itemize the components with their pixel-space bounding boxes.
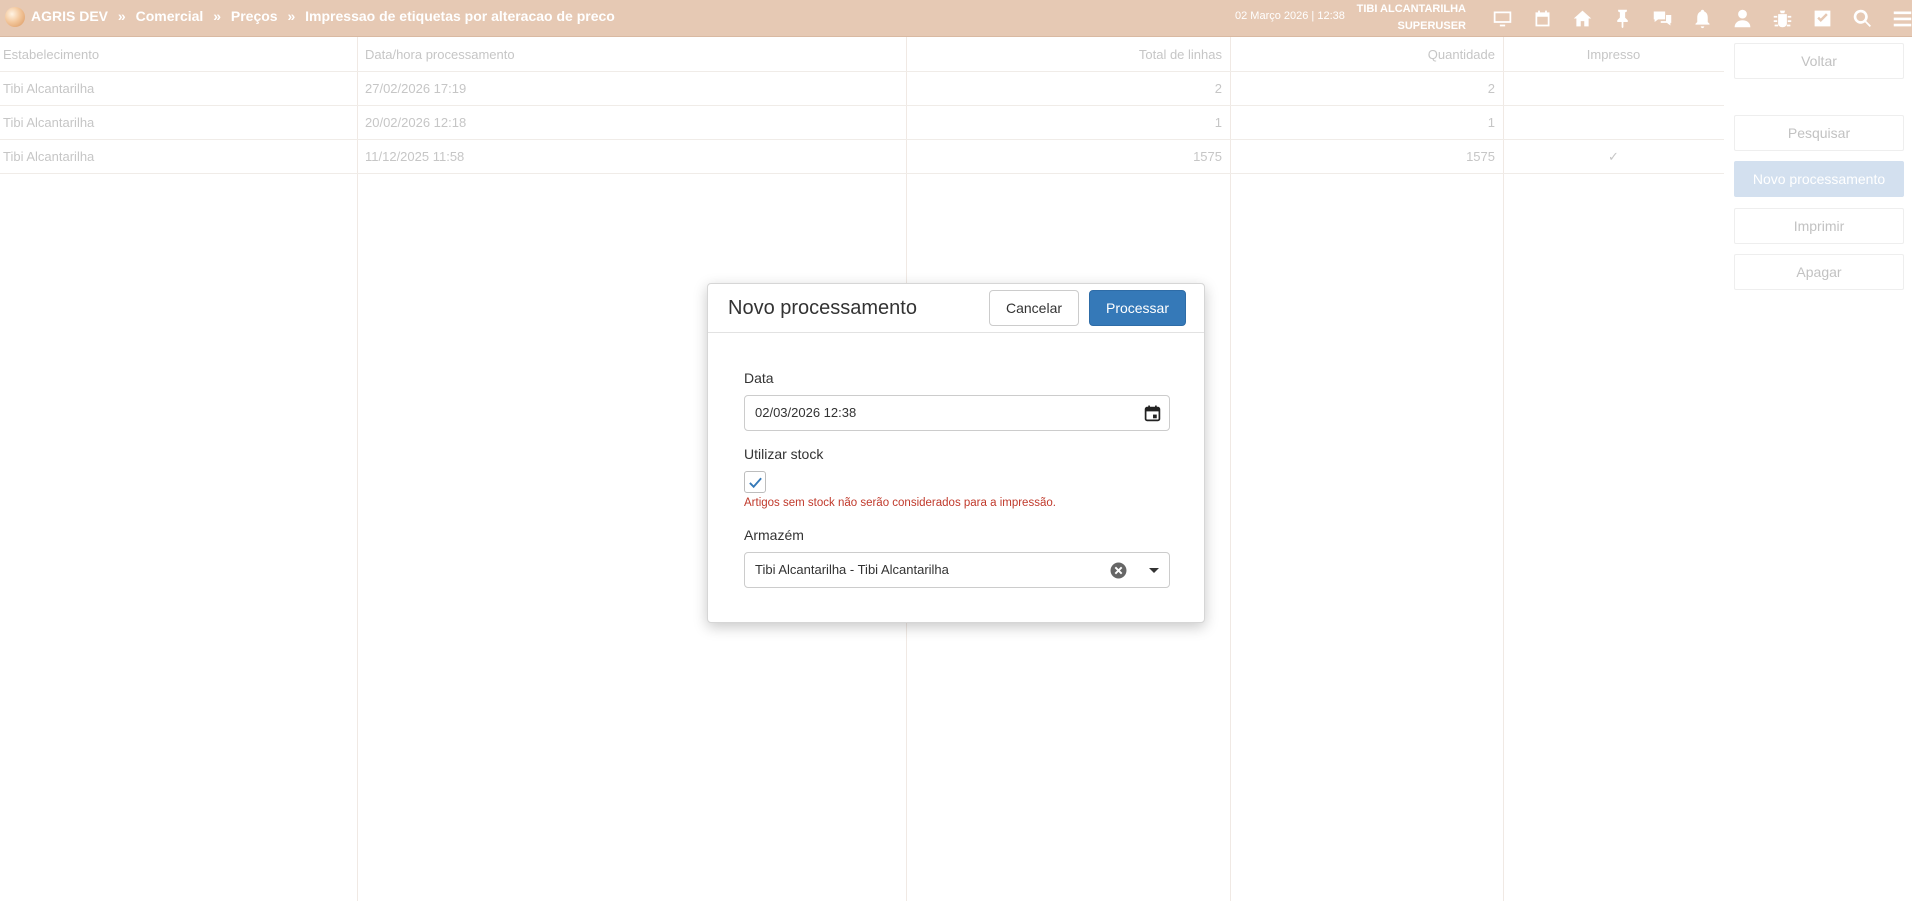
top-icon-bar <box>1482 4 1912 32</box>
bug-icon[interactable] <box>1762 4 1802 32</box>
search-icon[interactable] <box>1842 4 1882 32</box>
breadcrumb-separator: » <box>117 8 126 24</box>
cell-estabelecimento[interactable]: Tibi Alcantarilha <box>3 115 94 130</box>
column-divider <box>357 37 358 901</box>
cancel-button[interactable]: Cancelar <box>989 290 1079 326</box>
breadcrumb-app[interactable]: AGRIS DEV <box>31 8 108 24</box>
user-name: TIBI ALCANTARILHA <box>1356 3 1466 15</box>
cell-data-hora[interactable]: 27/02/2026 17:19 <box>365 81 466 96</box>
novo-processamento-dialog: Novo processamento Cancelar Processar Da… <box>707 283 1205 623</box>
stock-field-label: Utilizar stock <box>744 446 824 462</box>
breadcrumb-comercial[interactable]: Comercial <box>136 8 204 24</box>
bell-icon[interactable] <box>1682 4 1722 32</box>
stock-warning-text: Artigos sem stock não serão considerados… <box>744 497 1056 509</box>
home-icon[interactable] <box>1562 4 1602 32</box>
cell-quantidade[interactable]: 2 <box>1230 81 1495 96</box>
cell-estabelecimento[interactable]: Tibi Alcantarilha <box>3 149 94 164</box>
armazem-selected-value: Tibi Alcantarilha - Tibi Alcantarilha <box>755 562 949 577</box>
breadcrumb-separator: » <box>213 8 221 24</box>
printed-check-icon: ✓ <box>1608 149 1619 164</box>
voltar-button[interactable]: Voltar <box>1734 43 1904 79</box>
column-header-impresso[interactable]: Impresso <box>1503 47 1724 62</box>
current-date-time: 02 Março 2026 | 12:38 <box>1235 10 1345 22</box>
column-header-quantidade[interactable]: Quantidade <box>1230 47 1495 62</box>
pesquisar-button[interactable]: Pesquisar <box>1734 115 1904 151</box>
cell-total-linhas[interactable]: 1575 <box>906 149 1222 164</box>
breadcrumb-current-page: Impressao de etiquetas por alteracao de … <box>305 8 615 24</box>
user-role: SUPERUSER <box>1397 20 1466 32</box>
pin-icon[interactable] <box>1602 4 1642 32</box>
data-datetime-input[interactable]: 02/03/2026 12:38 <box>744 395 1170 431</box>
menu-icon[interactable] <box>1882 4 1912 32</box>
clear-selection-icon[interactable] <box>1110 562 1127 579</box>
breadcrumb-separator: » <box>287 8 296 24</box>
task-check-icon[interactable] <box>1802 4 1842 32</box>
utilizar-stock-checkbox[interactable] <box>744 471 766 493</box>
cell-total-linhas[interactable]: 1 <box>906 115 1222 130</box>
column-divider <box>1503 37 1504 901</box>
cell-estabelecimento[interactable]: Tibi Alcantarilha <box>3 81 94 96</box>
data-input-value: 02/03/2026 12:38 <box>755 405 857 420</box>
calendar-picker-icon[interactable] <box>1144 405 1161 422</box>
apagar-button[interactable]: Apagar <box>1734 254 1904 290</box>
data-field-label: Data <box>744 370 774 386</box>
monitor-icon[interactable] <box>1482 4 1522 32</box>
app-logo[interactable] <box>5 7 25 27</box>
row-divider <box>0 105 1724 106</box>
cell-quantidade[interactable]: 1 <box>1230 115 1495 130</box>
top-bar: AGRIS DEV » Comercial » Preços » Impress… <box>0 0 1912 37</box>
checkmark-icon <box>749 477 762 489</box>
armazem-field-label: Armazém <box>744 527 804 543</box>
process-button[interactable]: Processar <box>1089 290 1186 326</box>
breadcrumb-precos[interactable]: Preços <box>231 8 278 24</box>
breadcrumb: AGRIS DEV » Comercial » Preços » Impress… <box>31 8 615 24</box>
dialog-header: Novo processamento Cancelar Processar <box>708 284 1204 333</box>
row-divider <box>0 139 1724 140</box>
dialog-title: Novo processamento <box>728 297 917 319</box>
calendar-icon[interactable] <box>1522 4 1562 32</box>
armazem-select[interactable]: Tibi Alcantarilha - Tibi Alcantarilha <box>744 552 1170 588</box>
user-info[interactable]: TIBI ALCANTARILHA SUPERUSER <box>1357 1 1466 35</box>
column-header-estabelecimento[interactable]: Estabelecimento <box>3 47 99 62</box>
chat-icon[interactable] <box>1642 4 1682 32</box>
cell-quantidade[interactable]: 1575 <box>1230 149 1495 164</box>
user-icon[interactable] <box>1722 4 1762 32</box>
imprimir-button[interactable]: Imprimir <box>1734 208 1904 244</box>
cell-data-hora[interactable]: 20/02/2026 12:18 <box>365 115 466 130</box>
cell-data-hora[interactable]: 11/12/2025 11:58 <box>365 149 464 164</box>
row-divider <box>0 173 1724 174</box>
novo-processamento-button[interactable]: Novo processamento <box>1734 161 1904 197</box>
column-header-data-hora[interactable]: Data/hora processamento <box>365 47 515 62</box>
dropdown-caret-icon[interactable] <box>1149 568 1159 573</box>
header-divider <box>0 71 1724 72</box>
column-divider <box>1230 37 1231 901</box>
cell-total-linhas[interactable]: 2 <box>906 81 1222 96</box>
column-header-total-linhas[interactable]: Total de linhas <box>906 47 1222 62</box>
